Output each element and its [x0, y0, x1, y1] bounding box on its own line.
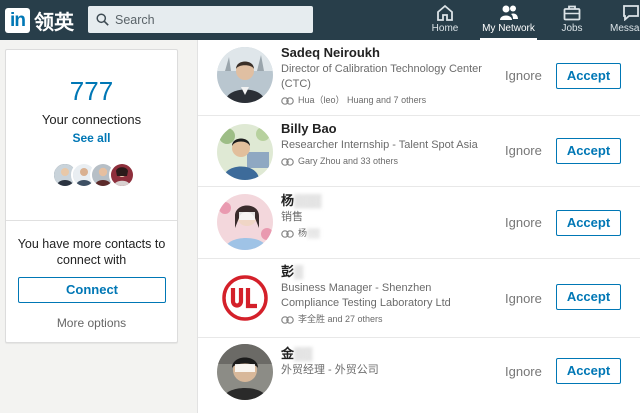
- redacted-text: ▒: [294, 264, 304, 279]
- invitation-row: 彭▒ Business Manager - Shenzhen Complianc…: [198, 259, 640, 338]
- top-navigation-bar: in 领英 Home My Network Jobs: [0, 0, 640, 40]
- accept-button[interactable]: Accept: [556, 138, 621, 164]
- invitation-name-text: 杨: [281, 193, 295, 208]
- nav-my-network[interactable]: My Network: [480, 4, 537, 40]
- invitation-name[interactable]: 杨▒▒▒: [281, 193, 491, 209]
- accept-button[interactable]: Accept: [556, 63, 621, 89]
- ignore-button[interactable]: Ignore: [505, 291, 542, 306]
- my-network-icon: [499, 5, 518, 20]
- accept-button[interactable]: Accept: [556, 284, 621, 310]
- redacted-text: ▒▒▒: [294, 193, 322, 208]
- briefcase-icon: [563, 5, 581, 21]
- connection-count[interactable]: 777: [6, 76, 177, 107]
- mutual-connections: Hua（leo） Huang and 7 others: [281, 94, 491, 107]
- messaging-icon: [623, 5, 639, 21]
- redacted-text: ▒▒: [294, 346, 313, 361]
- mutual-connections-icon: [281, 315, 294, 324]
- avatar: [109, 162, 135, 188]
- nav-jobs-label: Jobs: [561, 23, 583, 34]
- mutual-connections: 杨 ▒▒: [281, 227, 491, 240]
- invitation-row: Billy Bao Researcher Internship - Talent…: [198, 116, 640, 187]
- ignore-button[interactable]: Ignore: [505, 215, 542, 230]
- invitation-name[interactable]: 彭▒: [281, 264, 491, 280]
- linkedin-logo[interactable]: in 领英: [5, 8, 74, 34]
- ignore-button[interactable]: Ignore: [505, 68, 542, 83]
- more-options-link[interactable]: More options: [6, 316, 177, 330]
- mutual-connections-text: Hua（leo） Huang and 7 others: [298, 95, 427, 105]
- mutual-connections-icon: [281, 229, 294, 238]
- mutual-connections: 李全胜 and 27 others: [281, 313, 491, 326]
- invitation-name[interactable]: Billy Bao: [281, 121, 491, 137]
- invitation-name-text: 金: [281, 346, 295, 361]
- mutual-connections-text: 李全胜 and 27 others: [298, 314, 383, 324]
- invitation-name-text: 彭: [281, 264, 295, 279]
- nav-my-network-label: My Network: [482, 23, 535, 34]
- mutual-connections-text: Gary Zhou and 33 others: [298, 156, 399, 166]
- search-input[interactable]: [115, 12, 295, 27]
- nav-jobs[interactable]: Jobs: [555, 4, 589, 40]
- invitation-name[interactable]: 金▒▒: [281, 346, 491, 362]
- search-box[interactable]: [88, 6, 313, 33]
- more-contacts-text: You have more contacts to connect with: [17, 237, 166, 267]
- avatar[interactable]: [217, 47, 273, 103]
- logo-text: 领英: [34, 10, 74, 34]
- see-all-link[interactable]: See all: [6, 131, 177, 145]
- mutual-connections-icon: [281, 157, 294, 166]
- ignore-button[interactable]: Ignore: [505, 364, 542, 379]
- invitation-title: Director of Calibration Technology Cente…: [281, 63, 482, 90]
- search-icon: [96, 13, 109, 26]
- nav-home-label: Home: [431, 23, 459, 34]
- avatar[interactable]: [217, 194, 273, 250]
- invitation-row: 杨▒▒▒ 销售 杨 ▒▒ Ignore Accept: [198, 187, 640, 259]
- invitation-row: 金▒▒ 外贸经理 - 外贸公司 Ignore Accept: [198, 338, 640, 413]
- accept-button[interactable]: Accept: [556, 358, 621, 384]
- nav-messaging-label: Messa: [610, 23, 640, 34]
- connections-card: 777 Your connections See all You have mo…: [5, 49, 178, 343]
- mutual-connections: Gary Zhou and 33 others: [281, 155, 491, 168]
- invitation-row: Sadeq Neiroukh Director of Calibration T…: [198, 40, 640, 116]
- invitation-list: Sadeq Neiroukh Director of Calibration T…: [197, 40, 640, 413]
- redacted-text: ▒▒: [307, 228, 320, 238]
- connection-avatars: [52, 162, 142, 190]
- avatar[interactable]: [217, 124, 273, 180]
- mutual-connections-text: 杨: [298, 228, 308, 238]
- ul-logo: [217, 270, 273, 326]
- nav-messaging[interactable]: Messa: [610, 4, 640, 40]
- avatar[interactable]: [217, 344, 273, 400]
- invitation-title: 销售: [281, 211, 303, 223]
- invitation-title: Researcher Internship - Talent Spot Asia: [281, 139, 478, 151]
- linkedin-in-icon: in: [5, 8, 30, 33]
- invitation-title: 外贸经理 - 外贸公司: [281, 364, 379, 376]
- accept-button[interactable]: Accept: [556, 210, 621, 236]
- divider: [6, 220, 177, 221]
- nav-home[interactable]: Home: [427, 4, 463, 40]
- invitation-title: Business Manager - Shenzhen Compliance T…: [281, 282, 451, 309]
- invitation-name[interactable]: Sadeq Neiroukh: [281, 45, 491, 61]
- home-icon: [437, 4, 453, 21]
- avatar[interactable]: [217, 270, 273, 326]
- ignore-button[interactable]: Ignore: [505, 143, 542, 158]
- connections-label: Your connections: [41, 112, 142, 127]
- mutual-connections-icon: [281, 96, 294, 105]
- connect-button[interactable]: Connect: [18, 277, 166, 303]
